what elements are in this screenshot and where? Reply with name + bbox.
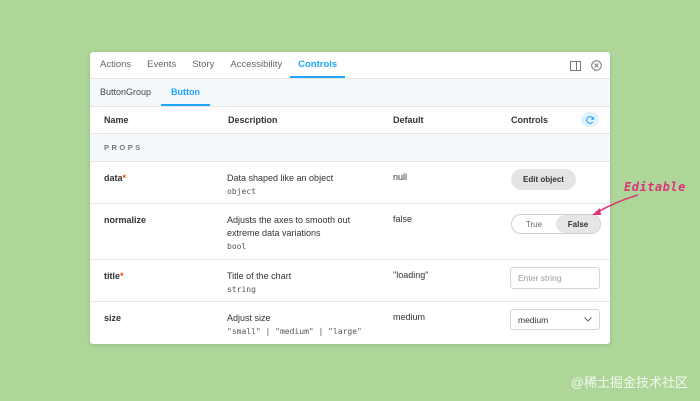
prop-name: data* [104,173,127,183]
prop-type: bool [227,242,247,251]
refresh-icon [586,115,595,124]
prop-default: medium [393,312,426,322]
prop-name: normalize [104,215,147,225]
table-row-data: data* Data shaped like an object object … [90,162,610,204]
tab-events[interactable]: Events [139,52,184,78]
chevron-down-icon [584,317,592,322]
reset-controls-button[interactable] [581,112,599,127]
table-row-normalize: normalize Adjusts the axes to smooth out… [90,204,610,260]
prop-description: Adjust size "small" | "medium" | "large" [227,312,377,338]
select-value: medium [518,314,549,325]
annotation-arrow-icon [592,194,639,215]
tab-story[interactable]: Story [184,52,222,78]
prop-type: "small" | "medium" | "large" [227,327,362,336]
table-row-size: size Adjust size "small" | "medium" | "l… [90,302,610,344]
edit-object-button[interactable]: Edit object [511,169,576,190]
panel-orientation-icon[interactable] [570,60,581,71]
tab-actions[interactable]: Actions [100,52,139,78]
header-controls: Controls [511,115,548,125]
close-circle-icon[interactable] [591,60,602,71]
prop-default: null [393,172,408,182]
prop-default: false [393,214,413,224]
tab-icons [570,52,602,79]
title-string-input[interactable] [510,267,600,289]
prop-description: Data shaped like an object object [227,172,377,198]
watermark: @稀土掘金技术社区 [571,372,688,391]
table-row-title: title* Title of the chart string "loadin… [90,260,610,302]
tab-controls[interactable]: Controls [290,52,346,78]
prop-description: Adjusts the axes to smooth out extreme d… [227,214,377,253]
prop-name: title* [104,271,124,281]
header-default: Default [393,115,424,125]
tab-accessibility[interactable]: Accessibility [222,52,290,78]
prop-name: size [104,313,122,323]
prop-description: Title of the chart string [227,270,377,296]
header-name: Name [104,115,129,125]
editable-annotation: Editable [624,180,686,194]
prop-type: object [227,187,256,196]
section-props: PROPS [90,134,610,162]
addon-tabs: Actions Events Story Accessibility Contr… [90,52,610,79]
prop-default: "loading" [393,270,429,280]
header-description: Description [228,115,278,125]
subtab-button[interactable]: Button [161,79,211,106]
toggle-false[interactable]: False [556,215,600,233]
story-subtabs: ButtonGroup Button [90,79,610,107]
table-header: Name Description Default Controls [90,107,610,134]
boolean-toggle: True False [511,214,601,234]
controls-panel: Actions Events Story Accessibility Contr… [90,52,610,344]
size-select[interactable]: medium [510,309,600,330]
prop-type: string [227,285,256,294]
watermark-text: @稀土掘金技术社区 [570,375,688,390]
toggle-true[interactable]: True [512,215,556,233]
subtab-buttongroup[interactable]: ButtonGroup [100,79,161,106]
